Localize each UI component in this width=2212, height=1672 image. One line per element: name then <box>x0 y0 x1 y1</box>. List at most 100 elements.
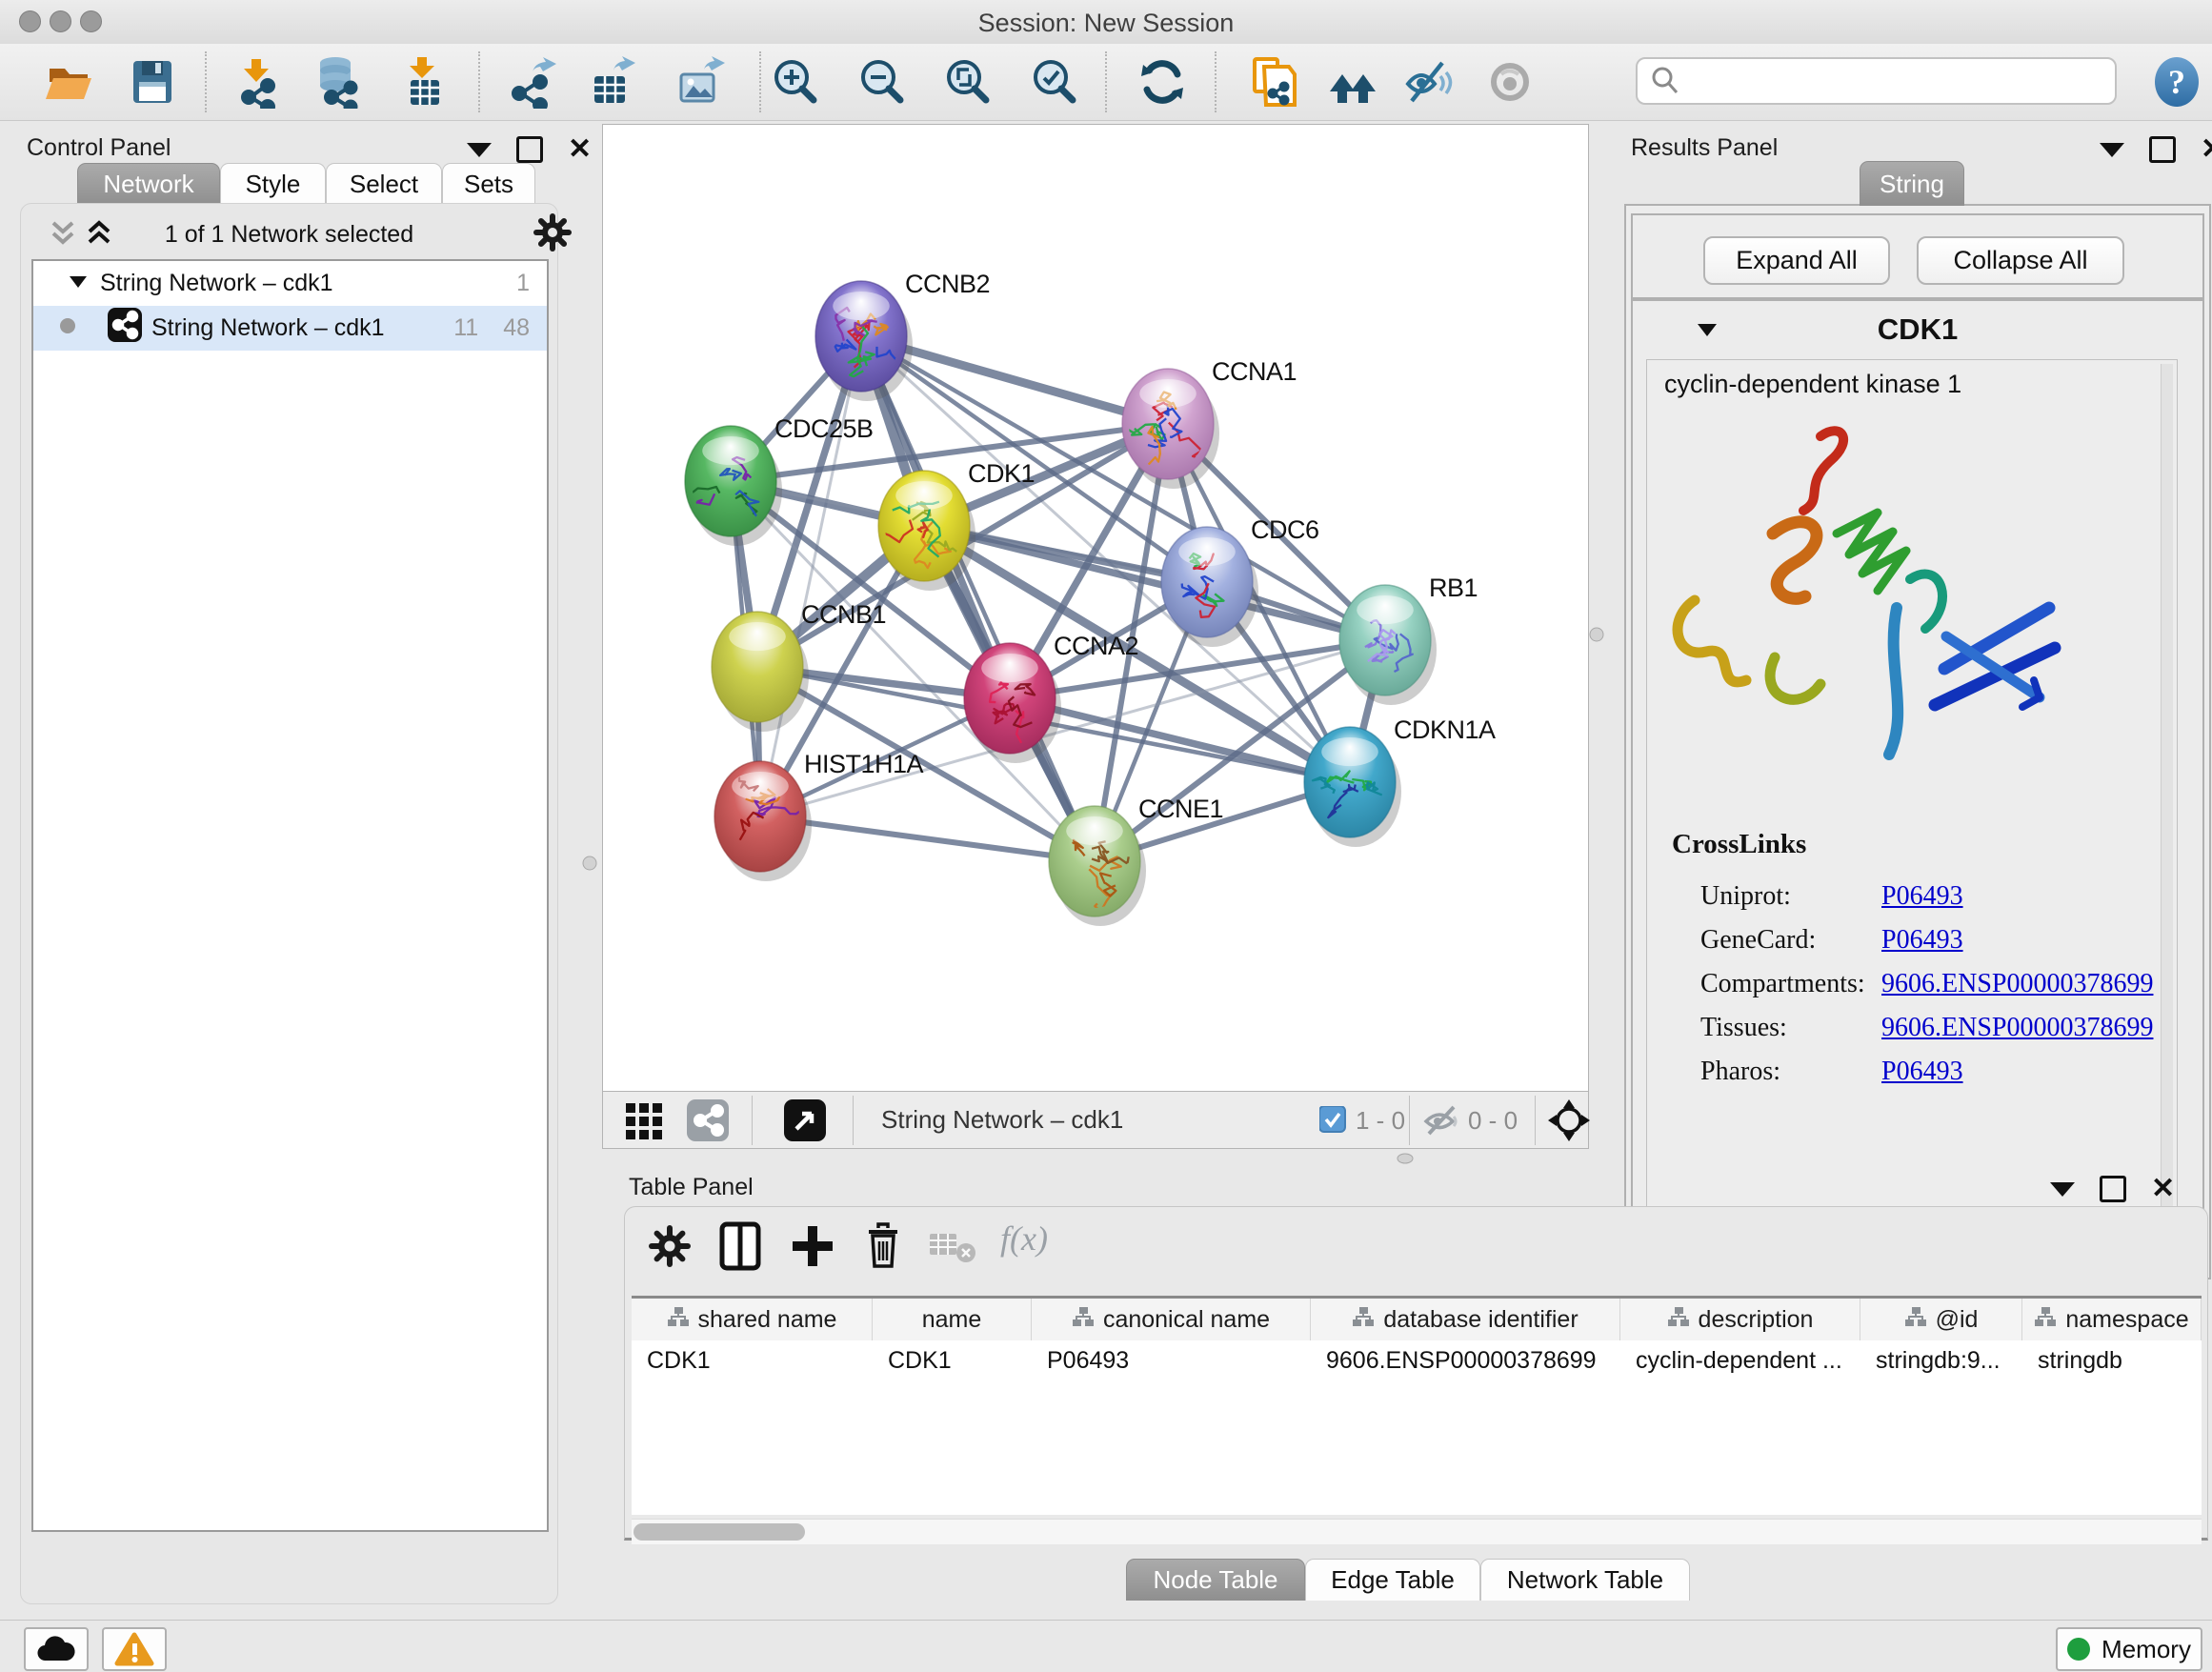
right-splitter-handle[interactable] <box>1589 627 1604 647</box>
zoom-out-button[interactable] <box>855 55 909 109</box>
table-cell[interactable]: stringdb:9... <box>1860 1340 2022 1380</box>
node-CDKN1A[interactable]: CDKN1A <box>1304 715 1496 837</box>
crosslink-value-link[interactable]: P06493 <box>1881 1057 1963 1087</box>
edge-CCNB2-CCNE1[interactable] <box>861 336 1095 861</box>
add-column-icon[interactable] <box>789 1222 836 1275</box>
network-collection-row[interactable]: String Network – cdk1 1 <box>33 261 547 306</box>
table-cell[interactable]: CDK1 <box>632 1340 873 1380</box>
table-hscrollbar-thumb[interactable] <box>633 1523 805 1541</box>
warning-icon <box>114 1632 154 1666</box>
gene-name: CDK1 <box>1633 312 2202 347</box>
table-hscrollbar[interactable] <box>632 1519 2202 1544</box>
apply-layout-button[interactable] <box>1136 55 1189 109</box>
column-header-name[interactable]: name <box>873 1299 1032 1340</box>
column-header-namespace[interactable]: namespace <box>2022 1299 2202 1340</box>
network-from-selection-button[interactable] <box>1245 55 1298 109</box>
crosslink-value-link[interactable]: 9606.ENSP00000378699 <box>1881 1013 2153 1043</box>
panel-float-icon[interactable] <box>2149 136 2176 163</box>
import-network-file-button[interactable] <box>230 55 283 109</box>
open-session-button[interactable] <box>42 55 95 109</box>
export-network-button[interactable] <box>506 55 559 109</box>
network-canvas[interactable]: CCNB2CCNA1CDC25BCDK1CDC6RB1CCNB1CCNA2CDK… <box>602 124 1589 1092</box>
grid-view-icon[interactable] <box>624 1099 666 1146</box>
help-button[interactable]: ? <box>2150 55 2203 113</box>
column-header-database-identifier[interactable]: database identifier <box>1311 1299 1620 1340</box>
tab-select[interactable]: Select <box>326 163 442 205</box>
node-HIST1H1A[interactable]: HIST1H1A <box>714 750 924 872</box>
panel-collapse-icon[interactable] <box>2050 1182 2075 1197</box>
show-all-button[interactable] <box>1484 55 1538 109</box>
panel-close-icon[interactable]: ✕ <box>568 139 592 160</box>
selected-checkbox-icon[interactable] <box>1319 1106 1346 1138</box>
tab-network[interactable]: Network <box>77 163 220 205</box>
export-table-button[interactable] <box>585 55 638 109</box>
expand-all-button[interactable]: Expand All <box>1703 236 1890 285</box>
tab-edge-table[interactable]: Edge Table <box>1305 1559 1480 1601</box>
column-header-@id[interactable]: @id <box>1860 1299 2022 1340</box>
node-label-HIST1H1A: HIST1H1A <box>804 750 924 778</box>
network-graph[interactable]: CCNB2CCNA1CDC25BCDK1CDC6RB1CCNB1CCNA2CDK… <box>603 125 1588 1091</box>
hide-selected-button[interactable] <box>1402 55 1456 109</box>
node-label-CCNB2: CCNB2 <box>905 270 990 298</box>
search-input[interactable] <box>1681 66 2085 97</box>
network-tree: String Network – cdk1 1 String Network –… <box>31 259 549 1532</box>
panel-float-icon[interactable] <box>516 136 543 163</box>
results-scrollbar[interactable] <box>2161 364 2173 1250</box>
tab-network-table[interactable]: Network Table <box>1480 1559 1690 1601</box>
crosslink-value-link[interactable]: 9606.ENSP00000378699 <box>1881 969 2153 999</box>
warnings-button[interactable] <box>102 1627 167 1671</box>
results-panel-title: Results Panel <box>1631 134 1778 162</box>
column-header-shared-name[interactable]: shared name <box>632 1299 873 1340</box>
tab-style[interactable]: Style <box>220 163 326 205</box>
save-session-button[interactable] <box>126 55 179 109</box>
tree-expander-icon[interactable] <box>68 270 100 297</box>
table-header-row: shared namename canonical name database id… <box>632 1299 2202 1340</box>
panel-close-icon[interactable]: ✕ <box>2201 139 2212 160</box>
node-RB1[interactable]: RB1 <box>1339 574 1478 695</box>
network-options-gear-icon[interactable] <box>532 212 573 258</box>
panel-float-icon[interactable] <box>2100 1176 2126 1202</box>
collapse-all-button[interactable]: Collapse All <box>1917 236 2124 285</box>
zoom-fit-button[interactable] <box>941 55 995 109</box>
network-row-selected[interactable]: String Network – cdk1 11 48 <box>33 306 547 351</box>
hidden-node-edge-counts: 0 - 0 <box>1468 1106 1518 1136</box>
first-neighbors-button[interactable] <box>1326 55 1379 109</box>
collection-count: 1 <box>516 270 530 297</box>
tab-sets[interactable]: Sets <box>442 163 535 205</box>
table-cell[interactable]: CDK1 <box>873 1340 1032 1380</box>
birds-eye-view-icon[interactable] <box>784 1099 826 1146</box>
tab-string[interactable]: String <box>1860 161 1964 206</box>
column-type-icon <box>1072 1306 1095 1334</box>
table-cell[interactable]: P06493 <box>1032 1340 1311 1380</box>
import-table-file-button[interactable] <box>395 55 449 109</box>
node-label-CCNB1: CCNB1 <box>801 600 886 629</box>
column-header-label: canonical name <box>1103 1306 1270 1334</box>
panel-collapse-icon[interactable] <box>2100 143 2124 157</box>
cloud-services-button[interactable] <box>24 1627 89 1671</box>
panel-close-icon[interactable]: ✕ <box>2151 1178 2175 1199</box>
panel-collapse-icon[interactable] <box>467 143 492 157</box>
show-columns-icon[interactable] <box>716 1220 766 1277</box>
network-view-icon[interactable] <box>687 1099 729 1146</box>
crosslink-value-link[interactable]: P06493 <box>1881 925 1963 956</box>
pan-crosshair-icon[interactable] <box>1546 1098 1592 1148</box>
import-network-database-button[interactable] <box>311 55 364 109</box>
edge-CCNB2-HIST1H1A[interactable] <box>760 336 861 816</box>
table-row[interactable]: CDK1CDK1P064939606.ENSP00000378699cyclin… <box>632 1340 2202 1380</box>
tab-node-table[interactable]: Node Table <box>1126 1559 1305 1601</box>
memory-button[interactable]: Memory <box>2056 1627 2202 1671</box>
crosslink-value-link[interactable]: P06493 <box>1881 881 1963 912</box>
zoom-in-button[interactable] <box>769 55 822 109</box>
column-header-description[interactable]: description <box>1620 1299 1860 1340</box>
left-splitter-handle[interactable] <box>582 856 597 876</box>
delete-column-icon[interactable] <box>859 1220 907 1277</box>
network-selection-status: 1 of 1 Network selected <box>21 221 557 249</box>
column-header-canonical-name[interactable]: canonical name <box>1032 1299 1311 1340</box>
table-cell[interactable]: cyclin-dependent ... <box>1620 1340 1860 1380</box>
table-cell[interactable]: stringdb <box>2022 1340 2202 1380</box>
table-options-gear-icon[interactable] <box>646 1222 694 1275</box>
node-label-RB1: RB1 <box>1429 574 1478 602</box>
zoom-selected-button[interactable] <box>1028 55 1081 109</box>
table-cell[interactable]: 9606.ENSP00000378699 <box>1311 1340 1620 1380</box>
export-image-button[interactable] <box>674 55 727 109</box>
